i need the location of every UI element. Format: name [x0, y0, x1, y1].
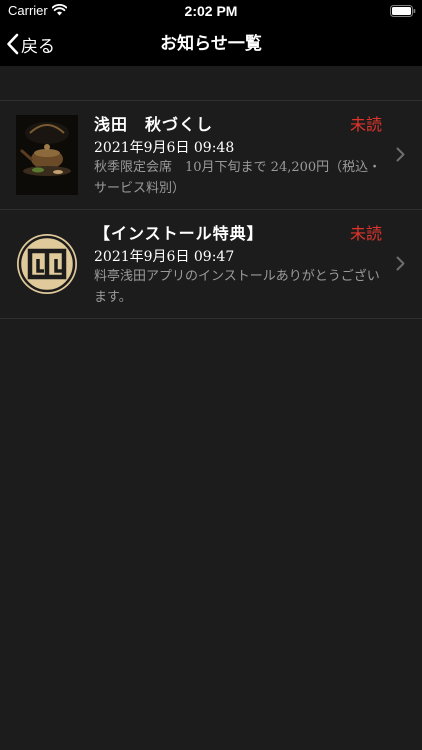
notice-list: 浅田 秋づくし 未読 2021年9月6日 09:48 秋季限定会席 10月下旬ま…: [0, 100, 422, 319]
notice-date: 2021年9月6日 09:48: [94, 140, 235, 156]
unread-badge: 未読: [350, 224, 383, 243]
notice-date: 2021年9月6日 09:47: [94, 249, 235, 265]
status-bar: Carrier 2:02 PM: [0, 0, 422, 22]
notice-body: 秋季限定会席 10月下旬まで 24,200円（税込・サービス料別）: [94, 160, 382, 196]
unread-badge: 未読: [350, 115, 383, 134]
chevron-right-icon: [396, 256, 405, 271]
notice-body: 料亭浅田アプリのインストールありがとうございます。: [94, 269, 380, 305]
page-title: お知らせ一覧: [160, 34, 262, 54]
notice-title: 浅田 秋づくし: [94, 115, 214, 134]
status-time: 2:02 PM: [184, 3, 238, 19]
chevron-right-icon: [396, 147, 405, 162]
restaurant-crest-logo: [17, 234, 77, 294]
navigation-bar: 戻る お知らせ一覧: [0, 22, 422, 66]
teapot-photo: [16, 115, 78, 195]
notice-row[interactable]: 浅田 秋づくし 未読 2021年9月6日 09:48 秋季限定会席 10月下旬ま…: [0, 101, 422, 210]
notice-row[interactable]: 【インストール特典】 未読 2021年9月6日 09:47 料亭浅田アプリのイン…: [0, 210, 422, 319]
notice-title: 【インストール特典】: [94, 224, 264, 243]
battery-icon: [390, 5, 416, 17]
